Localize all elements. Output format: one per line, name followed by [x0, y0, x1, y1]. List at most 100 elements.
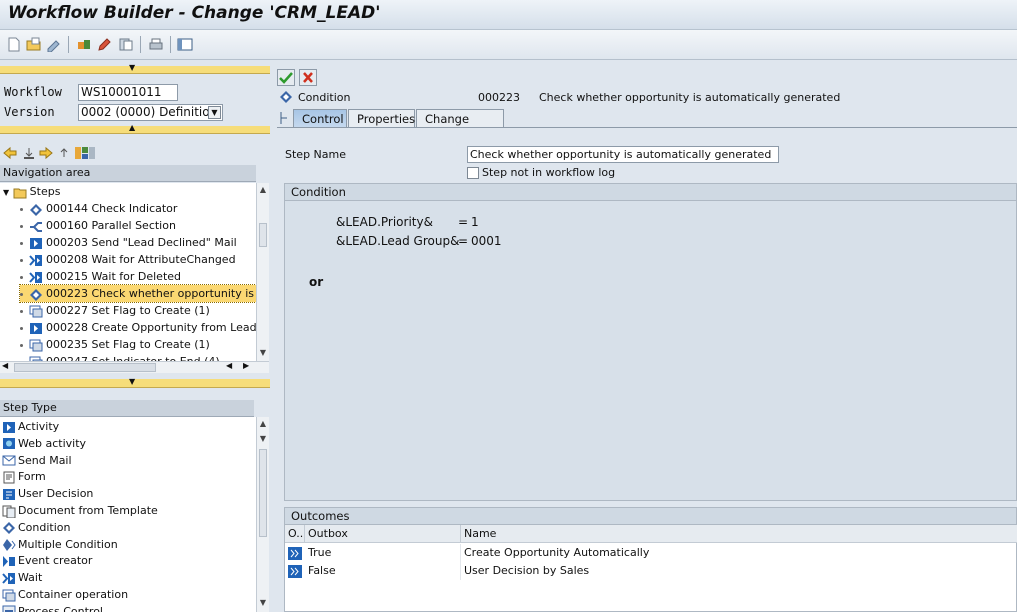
condition-group: Condition or &LEAD.Priority& = 1 &LEAD.L… — [284, 183, 1017, 501]
nav-tree-item[interactable]: 000228 Create Opportunity from Lead & — [20, 319, 256, 336]
up-level-icon[interactable] — [58, 146, 70, 160]
step-type-item[interactable]: User Decision — [2, 485, 93, 502]
workflow-label: Workflow — [4, 85, 62, 99]
multi-condition-icon — [3, 539, 16, 552]
workflow-field[interactable]: WS10001011 — [78, 84, 178, 101]
step-type-item[interactable]: Activity — [2, 418, 59, 435]
outcome-name[interactable]: User Decision by Sales — [461, 562, 1017, 580]
outcome-outbox[interactable]: False — [305, 562, 461, 580]
collapse-bar-nav[interactable]: ▲ — [0, 123, 270, 134]
step-type-item[interactable]: Document from Template — [2, 502, 158, 519]
overview-icon[interactable] — [74, 146, 96, 160]
edit-icon[interactable] — [46, 37, 62, 52]
new-document-icon[interactable] — [6, 37, 22, 52]
detail-panel: Condition 000223 Check whether opportuni… — [275, 62, 1017, 612]
step-name-field[interactable]: Check whether opportunity is automatical… — [467, 146, 779, 163]
back-icon[interactable] — [2, 146, 18, 160]
version-label: Version — [4, 105, 55, 119]
step-type-item[interactable]: Condition — [2, 519, 71, 536]
nav-tree-item[interactable]: 000203 Send "Lead Declined" Mail — [20, 234, 237, 251]
step-type-item[interactable]: Process Control — [2, 603, 103, 612]
fork-icon — [30, 221, 42, 232]
outcome-name[interactable]: Create Opportunity Automatically — [461, 544, 1017, 562]
forward-icon[interactable] — [38, 146, 54, 160]
step-description: Check whether opportunity is automatical… — [539, 91, 841, 104]
cross-icon — [303, 72, 313, 83]
step-type-item[interactable]: Multiple Condition — [2, 536, 118, 553]
tab-scroll-icon[interactable] — [278, 111, 290, 125]
step-type-item[interactable]: Form — [2, 468, 46, 485]
step-type-item[interactable]: Wait — [2, 569, 42, 586]
collapse-bar-info[interactable]: ▼ — [0, 63, 270, 74]
condition-icon — [280, 91, 292, 103]
cancel-button[interactable] — [299, 69, 317, 86]
compare-icon[interactable] — [118, 37, 134, 52]
container-icon — [29, 305, 43, 317]
condition-operator: = — [458, 234, 469, 248]
log-checkbox[interactable] — [467, 167, 479, 179]
open-icon[interactable] — [26, 37, 42, 52]
mail-icon — [2, 455, 16, 466]
step-type-item[interactable]: Send Mail — [2, 452, 72, 469]
step-type-item[interactable]: Container operation — [2, 586, 128, 603]
navigation-vertical-scrollbar[interactable]: ▲ ▼ — [256, 183, 269, 361]
step-type-label: User Decision — [18, 487, 94, 501]
step-type-header: Step Type — [0, 400, 254, 417]
title-bar: Workflow Builder - Change 'CRM_LEAD' — [0, 0, 1017, 30]
tab-properties[interactable]: Properties — [348, 109, 415, 128]
step-type-label: Document from Template — [18, 504, 158, 517]
version-value: 0002 (0000) Definition — [81, 105, 218, 119]
nav-tree-item[interactable]: 000247 Set Indicator to End (4) — [20, 353, 220, 361]
nav-tree-item[interactable]: 000215 Wait for Deleted — [20, 268, 181, 285]
step-name-label: Step Name — [285, 148, 346, 161]
outcomes-col-outbox[interactable]: Outbox — [305, 525, 461, 543]
condition-group-title: Condition — [285, 184, 1016, 201]
nav-tree-item[interactable]: 000144 Check Indicator — [20, 200, 177, 217]
outcomes-col-o[interactable]: O.. — [285, 525, 305, 543]
tab-content: Step Name Check whether opportunity is a… — [277, 128, 1017, 612]
step-type-vertical-scrollbar[interactable]: ▲ ▼ ▼ — [256, 417, 269, 612]
condition-value: 0001 — [471, 234, 502, 248]
nav-tree-item[interactable]: 000227 Set Flag to Create (1) — [20, 302, 210, 319]
accept-button[interactable] — [277, 69, 295, 86]
nav-tree-item[interactable]: 000235 Set Flag to Create (1) — [20, 336, 210, 353]
log-checkbox-label: Step not in workflow log — [482, 166, 616, 179]
version-select[interactable]: 0002 (0000) Definition ▼ — [78, 104, 223, 121]
nav-tree-item[interactable]: 000208 Wait for AttributeChanged — [20, 251, 236, 268]
print-icon[interactable] — [148, 37, 164, 52]
step-type-item[interactable]: Event creator — [2, 552, 92, 569]
activity-icon — [30, 237, 42, 249]
tab-change-data[interactable]: Change Data — [416, 109, 504, 144]
step-type-label: Send Mail — [18, 453, 72, 467]
activity-icon — [30, 322, 42, 334]
condition-operator: = — [458, 215, 469, 229]
step-type-label: Event creator — [18, 554, 93, 568]
pencil-icon[interactable] — [96, 37, 112, 52]
step-type-label: Web activity — [18, 436, 87, 450]
layout-icon[interactable] — [177, 37, 193, 52]
step-type-label: Condition — [298, 91, 351, 104]
outcome-arrow-icon — [288, 564, 302, 578]
wait-icon — [2, 572, 15, 584]
nav-item-label: 000215 Wait for Deleted — [46, 270, 182, 283]
outcome-outbox[interactable]: True — [305, 544, 461, 562]
wait-icon — [29, 254, 42, 266]
left-panel: ▼ Workflow WS10001011 Version 0002 (0000… — [0, 62, 272, 612]
condition-value: 1 — [471, 215, 479, 229]
drop-icon[interactable] — [22, 146, 36, 160]
transport-icon[interactable] — [76, 37, 92, 52]
nav-item-label: 000203 Send "Lead Declined" Mail — [46, 236, 237, 249]
outcome-arrow-icon — [288, 546, 302, 560]
nav-tree-item[interactable]: 000223 Check whether opportunity is aut — [19, 284, 256, 303]
condition-field: &LEAD.Lead Group& — [336, 234, 460, 248]
step-type-item[interactable]: Web activity — [2, 435, 86, 452]
navigation-tree: ▼ Steps 000144 Check Indicator 000160 Par… — [0, 183, 256, 361]
nav-tree-item[interactable]: 000160 Parallel Section — [20, 217, 176, 234]
collapse-bar-steptype[interactable]: ▼ — [0, 377, 270, 388]
navigation-horizontal-scrollbar[interactable]: ◀ ◀ ▶ — [0, 361, 269, 373]
outcomes-col-name[interactable]: Name — [461, 525, 1017, 543]
tree-root-steps[interactable]: ▼ Steps — [3, 183, 60, 200]
tab-control[interactable]: Control — [293, 109, 347, 128]
chevron-down-icon[interactable]: ▼ — [208, 106, 221, 119]
step-type-label: Process Control — [18, 604, 103, 612]
